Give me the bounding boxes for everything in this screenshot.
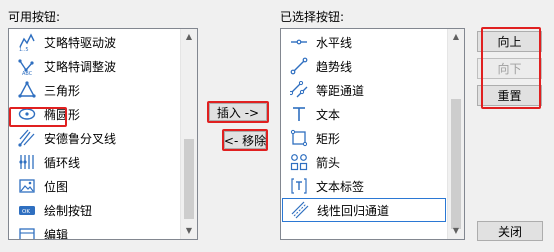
list-item-label: 文本: [316, 107, 341, 122]
selected-list-scrollbar[interactable]: ▲ ▼: [447, 29, 464, 239]
order-buttons-highlight: [481, 27, 541, 109]
close-button[interactable]: 关闭: [477, 221, 543, 241]
list-item[interactable]: 1..5 艾略特驱动波: [10, 30, 179, 54]
scroll-up-arrow-icon[interactable]: ▲: [448, 29, 464, 45]
svg-text:1..5: 1..5: [19, 47, 29, 51]
list-item-label: 三角形: [44, 83, 81, 98]
list-item-label: 趋势线: [316, 59, 353, 74]
list-item[interactable]: 三角形: [10, 78, 179, 102]
list-item[interactable]: 水平线: [282, 30, 446, 54]
list-item-label: 矩形: [316, 131, 341, 146]
scroll-down-arrow-icon[interactable]: ▼: [181, 223, 197, 239]
andrews-pitchfork-icon: [18, 129, 36, 147]
trend-line-icon: [290, 57, 308, 75]
linear-regression-channel-icon: [291, 201, 309, 219]
horizontal-line-icon: [290, 33, 308, 51]
list-item[interactable]: 安德鲁分叉线: [10, 126, 179, 150]
triangle-icon: [18, 81, 36, 99]
list-item-label: 艾略特调整波: [44, 59, 117, 74]
available-buttons-list[interactable]: 1..5 艾略特驱动波 ABC 艾略特调整波 三角形 椭圆形 安德鲁分叉线 循环线 位图 OK 绘制…: [8, 28, 198, 240]
list-item-label: 艾略特驱动波: [44, 35, 117, 50]
list-item[interactable]: 编辑: [10, 222, 179, 240]
bitmap-icon: [18, 177, 36, 195]
text-icon: [290, 105, 308, 123]
list-item[interactable]: 文本: [282, 102, 446, 126]
list-item[interactable]: 位图: [10, 174, 179, 198]
list-item-label: 箭头: [316, 155, 341, 170]
scrollbar-thumb[interactable]: [184, 139, 194, 219]
list-item-label: 编辑: [44, 227, 69, 240]
selected-buttons-list[interactable]: 水平线趋势线等距通道文本矩形箭头文本标签线性回归通道 ▲ ▼: [280, 28, 465, 240]
list-item[interactable]: ABC 艾略特调整波: [10, 54, 179, 78]
list-item[interactable]: 矩形: [282, 126, 446, 150]
list-item[interactable]: OK 绘制按钮: [10, 198, 179, 222]
edit-icon: [18, 225, 36, 239]
list-item[interactable]: 循环线: [10, 150, 179, 174]
available-list-scrollbar[interactable]: ▲ ▼: [180, 29, 197, 239]
draw-button-icon: OK: [18, 201, 36, 219]
ellipse-item-highlight: [9, 107, 67, 127]
list-item-label: 线性回归通道: [317, 203, 390, 218]
list-item-label: 绘制按钮: [44, 203, 93, 218]
selected-buttons-label: 已选择按钮:: [280, 10, 345, 24]
list-item-label: 安德鲁分叉线: [44, 131, 117, 146]
elliott-correction-wave-icon: ABC: [18, 57, 36, 75]
scroll-up-arrow-icon[interactable]: ▲: [181, 29, 197, 45]
list-item-label: 文本标签: [316, 179, 365, 194]
list-item[interactable]: 箭头: [282, 150, 446, 174]
available-buttons-label: 可用按钮:: [8, 10, 61, 24]
text-label-icon: [290, 177, 308, 195]
scroll-down-arrow-icon[interactable]: ▼: [448, 223, 464, 239]
list-item[interactable]: 等距通道: [282, 78, 446, 102]
elliott-impulse-wave-icon: 1..5: [18, 33, 36, 51]
arrow-icon: [290, 153, 308, 171]
list-item[interactable]: 线性回归通道: [282, 198, 446, 222]
equidistant-channel-icon: [290, 81, 308, 99]
list-item-label: 等距通道: [316, 83, 365, 98]
svg-text:OK: OK: [22, 209, 30, 215]
svg-text:ABC: ABC: [22, 71, 33, 75]
list-item-label: 水平线: [316, 35, 353, 50]
list-item[interactable]: 文本标签: [282, 174, 446, 198]
list-item[interactable]: 趋势线: [282, 54, 446, 78]
insert-button-highlight: [207, 101, 269, 123]
scrollbar-thumb[interactable]: [451, 99, 461, 229]
rectangle-icon: [290, 129, 308, 147]
list-item-label: 循环线: [44, 155, 81, 170]
list-item-label: 位图: [44, 179, 69, 194]
remove-button-highlight: [222, 129, 268, 151]
cycle-lines-icon: [18, 153, 36, 171]
